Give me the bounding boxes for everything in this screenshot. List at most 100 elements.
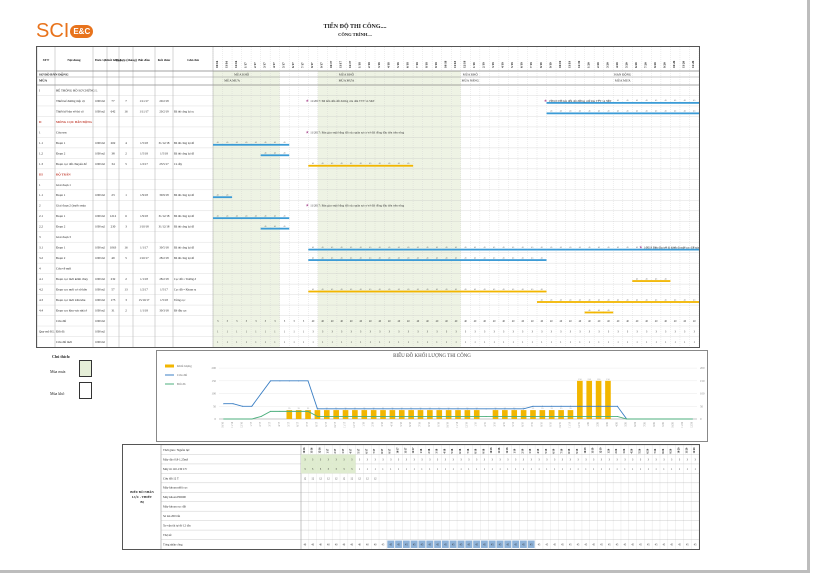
month-header: 4/18 [386, 62, 390, 68]
row-note: Đê đầu cọc [174, 310, 187, 313]
resource-value: 1 [616, 468, 618, 471]
bar-value-label: 45 [474, 257, 477, 259]
resource-value: 3 [632, 458, 634, 461]
resource-value: 12 [335, 477, 338, 480]
summary-value: 1 [560, 341, 562, 344]
row-start: 1/9/18 [140, 193, 148, 197]
row-end: 1/5/17 [160, 288, 168, 292]
resource-value: 1 [624, 468, 626, 471]
chart-bar [605, 380, 611, 419]
resource-month-header: 11/19 [592, 447, 595, 453]
milestone-note: 11/2017: Bàn giao mặt bằng đất của quân … [310, 203, 404, 208]
series-point [382, 415, 384, 417]
summary-value: 1 [598, 341, 600, 344]
resource-value: 1 [453, 468, 455, 471]
milestone-note: 11/2017: Đã tiến đến đất đường của dân T… [310, 99, 375, 103]
x-tick-label: 7/17 [306, 421, 309, 426]
gantt-bar [632, 280, 671, 282]
row-unit: 1000 m2 [95, 330, 105, 333]
summary-value: 40 [512, 320, 515, 323]
bar-value-label: 45 [464, 289, 467, 291]
summary-value: 3 [551, 330, 553, 333]
summary-value: 3 [493, 330, 495, 333]
chart-bar [577, 380, 583, 419]
row-name: Giai đoạn 2 (trước mùa [56, 204, 86, 208]
resource-value: 3 [671, 458, 673, 461]
bar-value-label: 45 [283, 142, 286, 144]
bar-value-label: 45 [598, 299, 601, 301]
wet-season-column [251, 71, 261, 347]
bar-value-label: 45 [569, 247, 572, 249]
resource-value: 1 [694, 468, 696, 471]
summary-value: 1 [284, 330, 286, 333]
x-tick-label: 5/18 [400, 421, 403, 426]
bar-value-label: 45 [483, 289, 486, 291]
resource-value: 3 [429, 458, 431, 461]
band-label: MÙA MƯA [224, 78, 240, 83]
bar-value-label: 45 [550, 111, 553, 113]
wet-season-column [317, 71, 328, 347]
x-tick-label: 8/20 [653, 421, 656, 426]
resource-value: 1 [671, 468, 673, 471]
x-tick-label: 1/19 [475, 421, 478, 426]
resource-value: 1 [484, 468, 486, 471]
month-header: 3/18 [377, 62, 381, 68]
summary-value: 40 [493, 320, 496, 323]
bar-value-label: 45 [550, 247, 553, 249]
bar-value-label: 45 [312, 163, 315, 165]
bar-value-label: 45 [607, 247, 610, 249]
series-point [260, 415, 262, 417]
chart-bar [548, 410, 555, 419]
row-stt: 4 [39, 267, 41, 271]
band-label: MÙA KHÔ [339, 72, 355, 77]
summary-value: 3 [532, 330, 534, 333]
resource-value: 3 [359, 458, 361, 461]
row-end: 23/5/17 [159, 162, 169, 166]
series-point [448, 408, 450, 410]
legend-title: Chú thích: [52, 354, 71, 359]
resource-value: 3 [562, 458, 564, 461]
row-name: Đoạn 1 [56, 193, 66, 197]
bar-value-label: 45 [283, 226, 286, 228]
row-stt: 2.1 [39, 214, 43, 218]
summary-value: 3 [579, 330, 581, 333]
row-unit: 1000 m2 [95, 152, 105, 155]
resource-value: 3 [445, 458, 447, 461]
row-stt: 4.2 [39, 288, 43, 292]
row-unit: 1000 m2 [95, 110, 105, 113]
wet-season-column [451, 71, 461, 347]
series-point [401, 415, 403, 417]
bar-value-label: 45 [665, 278, 668, 280]
summary-value: 40 [531, 320, 534, 323]
chart-bar [314, 410, 321, 419]
bar-value-label: 45 [512, 247, 515, 249]
chart-bar [520, 410, 527, 419]
resource-month-header: 2/17 [334, 448, 337, 453]
resource-value: 1 [570, 468, 572, 471]
column-header: STT [43, 58, 50, 62]
row-start: 1/5/18 [140, 151, 148, 155]
series-point [466, 415, 468, 417]
resource-value: 3 [390, 458, 392, 461]
bar-value-label: 45 [588, 299, 591, 301]
month-header: 10/19 [558, 60, 562, 68]
chart-bar [361, 410, 368, 419]
month-header: 1/17 [243, 62, 247, 68]
resource-month-header: 1/17 [326, 448, 329, 453]
chart-bar [398, 410, 405, 419]
series-point [654, 418, 656, 420]
series-point [626, 418, 628, 420]
summary-value: 40 [569, 320, 572, 323]
row-unit: 1000 m2 [95, 215, 105, 218]
series-point [354, 415, 356, 417]
x-tick-label: 10/19 [559, 421, 562, 428]
resource-value: 3 [609, 458, 611, 461]
series-point [457, 415, 459, 417]
row-stt: 3 [39, 235, 41, 239]
series-point [260, 393, 262, 395]
row-start: 1/11/17 [139, 109, 149, 113]
month-header: 11/20 [682, 61, 686, 68]
summary-value: 40 [540, 320, 543, 323]
chart-bar [427, 410, 433, 419]
resource-value: 12 [366, 477, 369, 480]
